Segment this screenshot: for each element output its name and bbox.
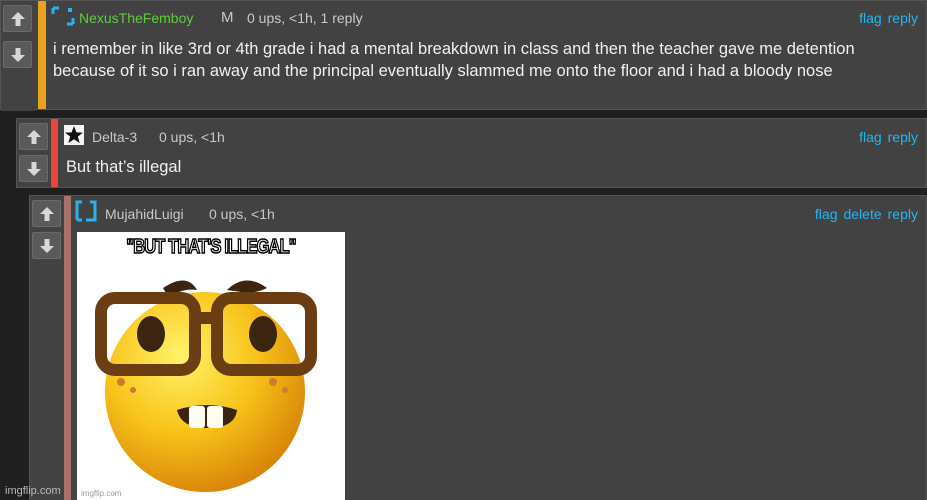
comment-actions: flag reply: [859, 129, 918, 145]
downvote-button[interactable]: [19, 155, 48, 182]
thread-stripe: [64, 196, 71, 500]
downvote-button[interactable]: [32, 232, 61, 259]
comment-text: But that’s illegal: [66, 158, 182, 176]
comment-2: Delta-3 0 ups, <1h flag reply But that’s…: [16, 118, 927, 188]
thread-stripe: [51, 119, 58, 187]
arrow-down-icon: [39, 238, 54, 253]
comment-meta: 0 ups, <1h: [209, 206, 275, 222]
imgflip-watermark: imgflip.com: [5, 485, 61, 497]
flag-link[interactable]: flag: [859, 10, 882, 26]
arrow-down-icon: [10, 47, 25, 62]
delete-link[interactable]: delete: [843, 206, 881, 222]
reply-link[interactable]: reply: [888, 129, 918, 145]
arrow-up-icon: [39, 206, 54, 221]
username[interactable]: NexusTheFemboy: [79, 10, 193, 26]
arrow-up-icon: [26, 129, 41, 144]
username[interactable]: Delta-3: [92, 129, 137, 145]
meme-watermark: imgflip.com: [81, 489, 122, 498]
flag-link[interactable]: flag: [859, 129, 882, 145]
comment-meta: 0 ups, <1h: [159, 129, 225, 145]
reply-link[interactable]: reply: [888, 10, 918, 26]
bracket-logo-icon[interactable]: [51, 5, 75, 27]
vote-column: [17, 119, 51, 187]
comment-actions: flag delete reply: [815, 206, 918, 222]
vote-column: [30, 196, 64, 266]
username[interactable]: MujahidLuigi: [105, 206, 184, 222]
meme-image[interactable]: "BUT THAT'S ILLEGAL" imgflip.com: [77, 232, 345, 500]
flag-link[interactable]: flag: [815, 206, 838, 222]
mod-badge: M: [221, 9, 234, 26]
bracket-logo-icon[interactable]: [75, 200, 97, 222]
nerd-face-emoji-icon: [95, 280, 317, 492]
arrow-down-icon: [26, 161, 41, 176]
comment-text: i remember in like 3rd or 4th grade i ha…: [53, 40, 855, 80]
downvote-button[interactable]: [3, 41, 32, 68]
star-icon[interactable]: [64, 125, 84, 145]
comment-actions: flag reply: [859, 10, 918, 26]
upvote-button[interactable]: [3, 5, 32, 32]
vote-column: [1, 1, 35, 111]
comment-meta: 0 ups, <1h, 1 reply: [247, 10, 363, 26]
reply-link[interactable]: reply: [888, 206, 918, 222]
comment-3: MujahidLuigi 0 ups, <1h flag delete repl…: [29, 195, 927, 500]
arrow-up-icon: [10, 11, 25, 26]
upvote-button[interactable]: [32, 200, 61, 227]
upvote-button[interactable]: [19, 123, 48, 150]
thread-stripe: [38, 1, 46, 109]
comment-1: NexusTheFemboy M 0 ups, <1h, 1 reply fla…: [0, 0, 927, 111]
